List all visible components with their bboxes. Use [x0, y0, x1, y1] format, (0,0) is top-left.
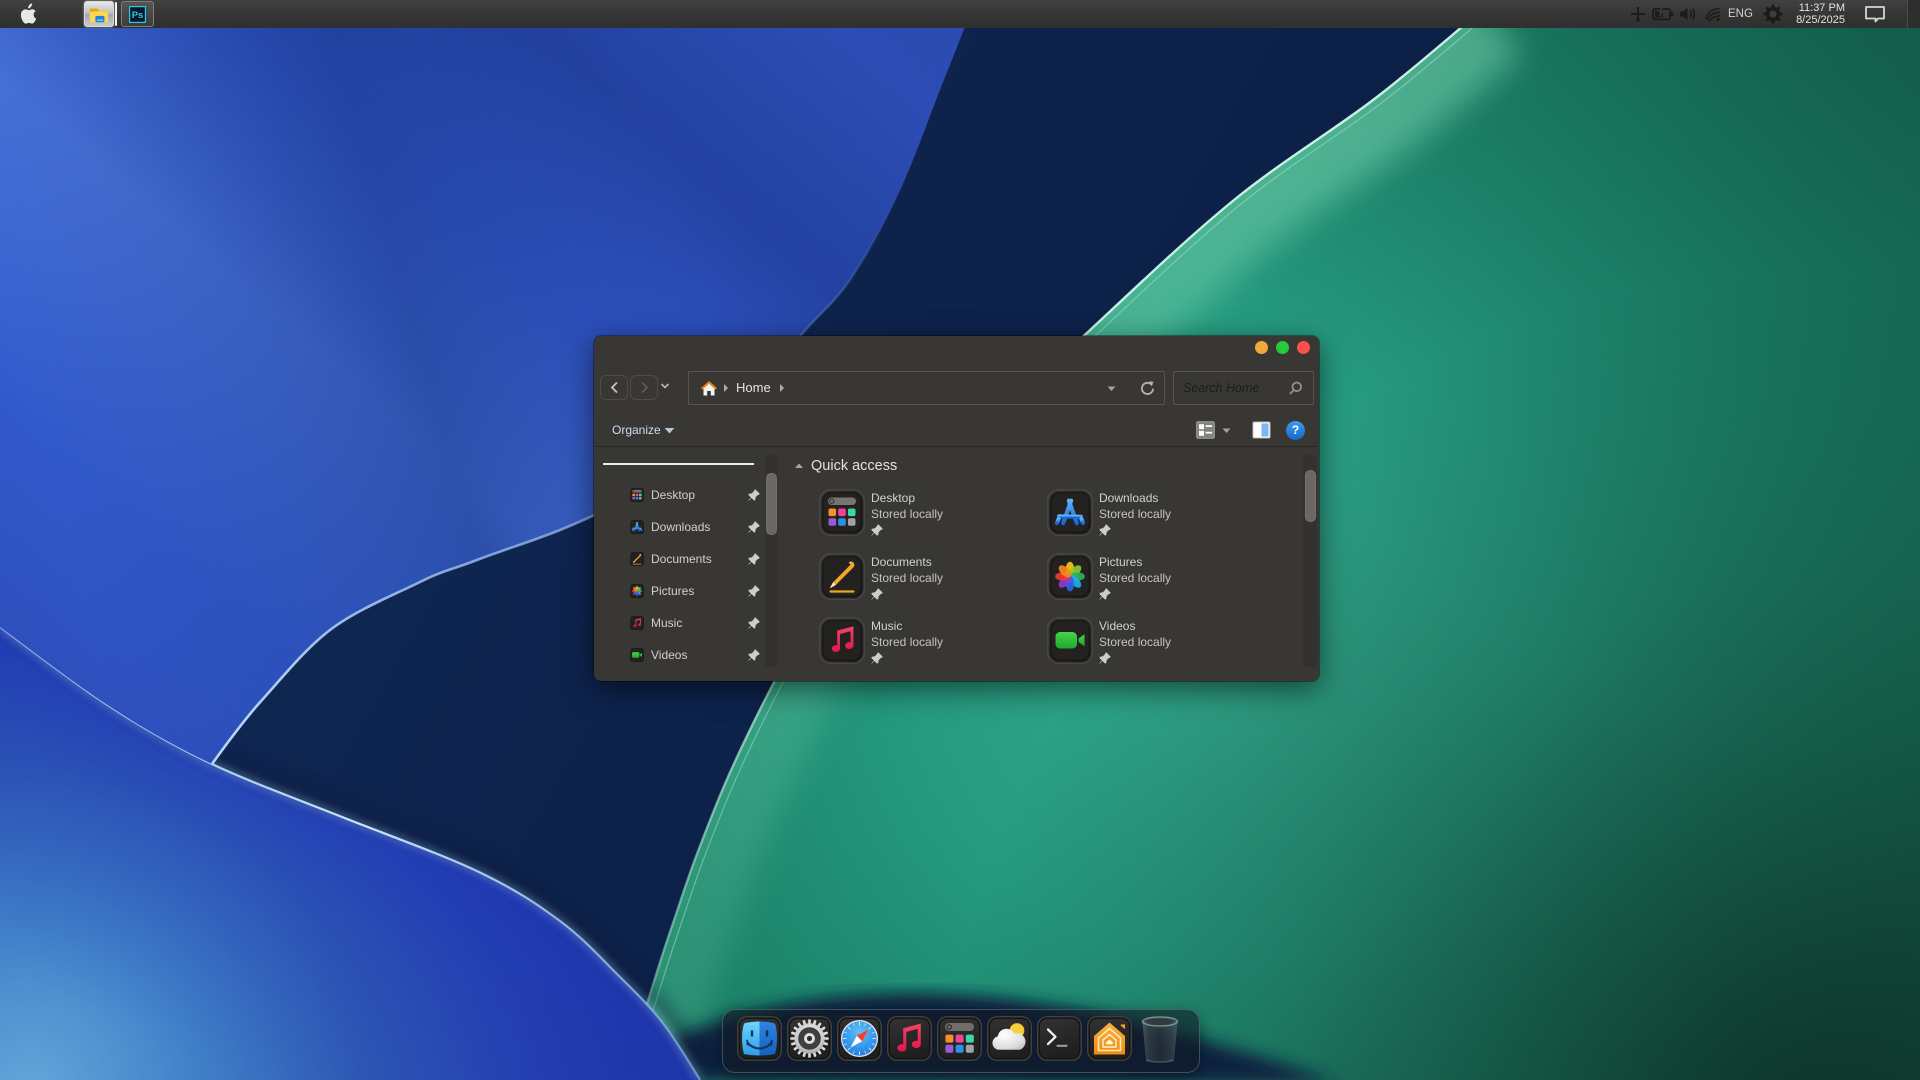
svg-text:Ps: Ps: [132, 10, 144, 21]
